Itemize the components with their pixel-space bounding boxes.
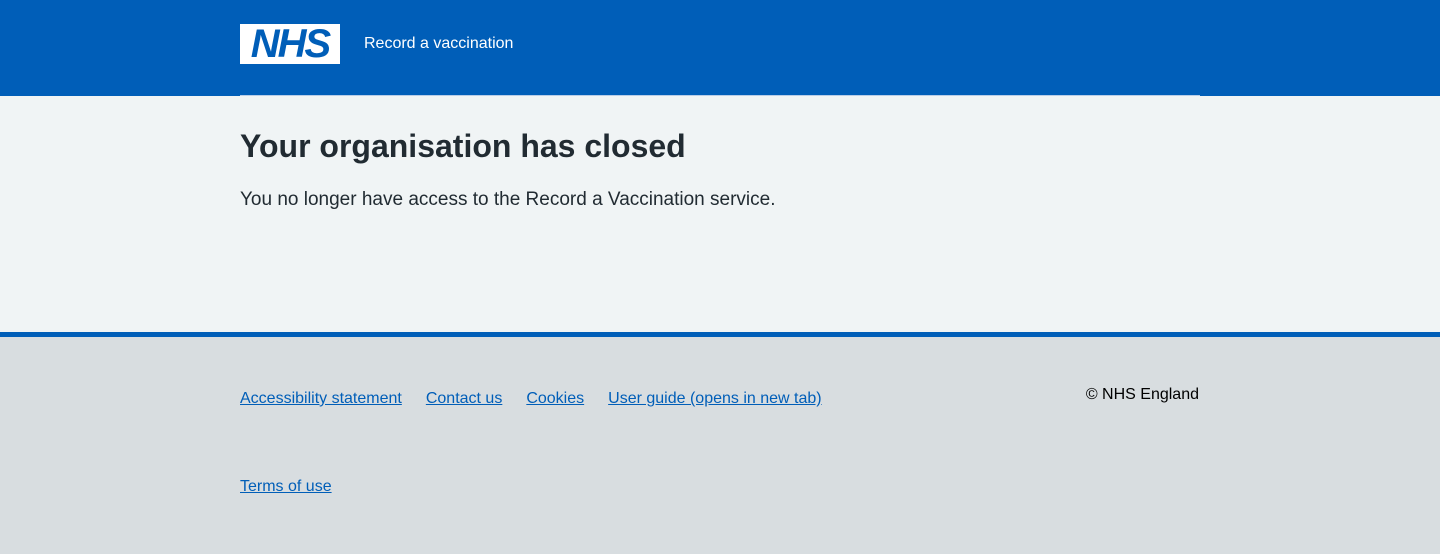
- service-name-link[interactable]: Record a vaccination: [364, 35, 513, 53]
- nhs-logo-text: NHS: [250, 22, 331, 66]
- footer: Accessibility statement Contact us Cooki…: [0, 332, 1440, 554]
- copyright: © NHS England: [1085, 386, 1199, 403]
- page-title: Your organisation has closed: [240, 128, 686, 164]
- footer-link-accessibility-statement[interactable]: Accessibility statement: [240, 387, 402, 411]
- footer-link-user-guide[interactable]: User guide (opens in new tab): [608, 387, 821, 411]
- footer-link-contact-us[interactable]: Contact us: [426, 387, 502, 411]
- footer-links: Accessibility statement Contact us Cooki…: [240, 387, 1040, 499]
- footer-link-terms-of-use[interactable]: Terms of use: [240, 475, 332, 499]
- main-content: Your organisation has closed You no long…: [240, 96, 1200, 332]
- footer-link-cookies[interactable]: Cookies: [526, 387, 584, 411]
- body-text: You no longer have access to the Record …: [240, 189, 776, 210]
- header: NHS Record a vaccination: [0, 0, 1440, 96]
- header-bar: NHS Record a vaccination: [240, 24, 513, 64]
- nhs-logo[interactable]: NHS: [240, 24, 340, 64]
